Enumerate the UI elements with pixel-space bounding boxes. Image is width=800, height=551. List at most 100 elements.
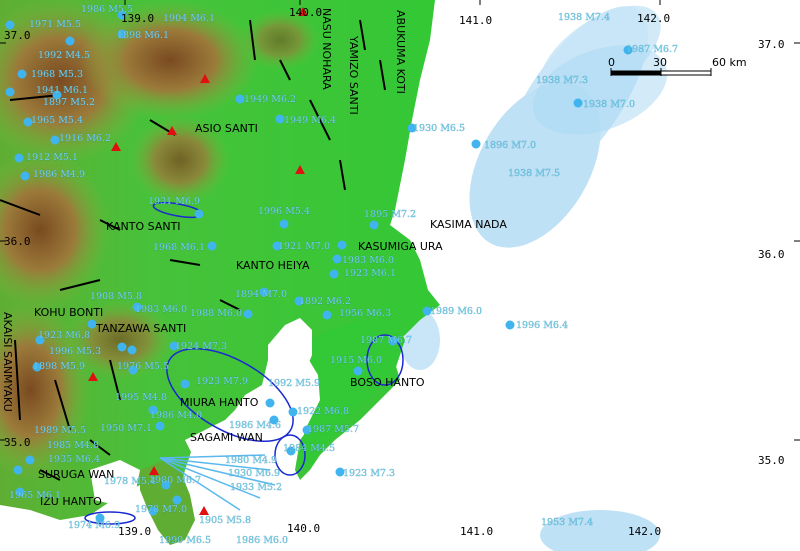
map-canvas: 0 30 60 km 139.0 140.0 141.0 142.0 139.0… — [0, 0, 800, 551]
earthquake-label: 1912 M5.1 — [26, 152, 78, 163]
earthquake-label: 1986 M4.0 — [150, 410, 202, 421]
earthquake-label: 1985 M4.8 — [47, 440, 99, 451]
earthquake-label: 1904 M6.1 — [163, 13, 215, 24]
earthquake-label: 1898 M6.1 — [117, 30, 169, 41]
earthquake-label: 1895 M7.2 — [364, 209, 416, 220]
earthquake-label: 1938 M7.5 — [508, 168, 560, 179]
epicenter-dot — [329, 269, 339, 279]
label-asio-santi: ASIO SANTI — [195, 122, 258, 135]
earthquake-label: 1996 M5.4 — [258, 206, 310, 217]
label-tanzawa-santi: TANZAWA SANTI — [95, 322, 186, 335]
earthquake-label: 1950 M7.1 — [100, 423, 152, 434]
earthquake-label: 1980 M4.9 — [225, 455, 277, 466]
epicenter-dot — [5, 87, 15, 97]
earthquake-label: 1938 M7.3 — [536, 75, 588, 86]
lon-top-141: 141.0 — [459, 14, 492, 27]
earthquake-label: 1968 M6.1 — [153, 242, 205, 253]
earthquake-label: 1898 M5.9 — [33, 361, 85, 372]
label-yamizo-santi: YAMIZO SANTI — [347, 35, 360, 115]
label-suruga-wan: SURUGA WAN — [38, 468, 114, 481]
earthquake-label: 1988 M6.0 — [190, 308, 242, 319]
lat-left-37: 37.0 — [4, 29, 31, 42]
epicenter-dot — [25, 455, 35, 465]
earthquake-label: 1989 M6.0 — [430, 306, 482, 317]
earthquake-label: 1968 M5.3 — [31, 69, 83, 80]
epicenter-dot — [243, 309, 253, 319]
earthquake-label: 1922 M6.8 — [297, 406, 349, 417]
epicenter-dot — [17, 69, 27, 79]
earthquake-label: 1983 M6.0 — [135, 304, 187, 315]
earthquake-label: 1924 M7.3 — [175, 341, 227, 352]
scale-label-60: 60 km — [712, 56, 747, 69]
epicenter-dot — [155, 421, 165, 431]
earthquake-label: 1930 M6.5 — [413, 123, 465, 134]
earthquake-label: 1931 M6.9 — [148, 196, 200, 207]
epicenter-dot — [573, 98, 583, 108]
epicenter-dot — [265, 398, 275, 408]
earthquake-label: 1984 M4.5 — [283, 443, 335, 454]
epicenter-dot — [337, 240, 347, 250]
earthquake-label: 1953 M7.4 — [541, 517, 593, 528]
earthquake-label: 1894 M7.0 — [235, 289, 287, 300]
label-kasima-nada: KASIMA NADA — [430, 218, 507, 231]
earthquake-label: 1990 M6.5 — [159, 535, 211, 546]
label-kanto-santi: KANTO SANTI — [106, 220, 181, 233]
earthquake-label: 1992 M5.9 — [268, 378, 320, 389]
label-abukuma-koti: ABUKUMA KOTI — [394, 10, 407, 94]
epicenter-dot — [14, 153, 24, 163]
earthquake-label: 1923 M6.1 — [344, 268, 396, 279]
earthquake-label: 1949 M6.2 — [244, 94, 296, 105]
lon-bottom-142: 142.0 — [628, 525, 661, 538]
epicenter-dot — [127, 345, 137, 355]
earthquake-label: 1980 M6.7 — [149, 475, 201, 486]
epicenter-dot — [353, 366, 363, 376]
earthquake-label: 1956 M6.3 — [339, 308, 391, 319]
epicenter-dot — [20, 171, 30, 181]
earthquake-label: 1938 M7.0 — [583, 99, 635, 110]
earthquake-label: 1986 M4.9 — [33, 169, 85, 180]
seismicity-map: 0 30 60 km 139.0 140.0 141.0 142.0 139.0… — [0, 0, 800, 551]
lon-bottom-140: 140.0 — [287, 522, 320, 535]
lat-right-36: 36.0 — [758, 248, 785, 261]
earthquake-label: 1965 M6.1 — [9, 490, 61, 501]
earthquake-label: 1892 M6.2 — [299, 296, 351, 307]
earthquake-label: 1978 M7.0 — [135, 504, 187, 515]
lon-bottom-141: 141.0 — [460, 525, 493, 538]
label-kohu-bonti: KOHU BONTI — [34, 306, 103, 319]
earthquake-label: 1995 M4.8 — [115, 392, 167, 403]
epicenter-dot — [117, 342, 127, 352]
label-sagami-wan: SAGAMI WAN — [190, 431, 263, 444]
label-miura-hanto: MIURA HANTO — [180, 396, 259, 409]
earthquake-label: 1989 M5.5 — [34, 425, 86, 436]
earthquake-label: 1930 M6.9 — [228, 468, 280, 479]
epicenter-dot — [194, 209, 204, 219]
earthquake-label: 1965 M5.4 — [31, 115, 83, 126]
lat-right-37: 37.0 — [758, 38, 785, 51]
earthquake-label: 1916 M6.2 — [59, 133, 111, 144]
epicenter-dot — [322, 310, 332, 320]
earthquake-label: 1987 M5.7 — [307, 424, 359, 435]
earthquake-label: 1949 M6.4 — [284, 115, 336, 126]
earthquake-label: 1971 M5.5 — [29, 19, 81, 30]
earthquake-label: 1933 M5.2 — [230, 482, 282, 493]
earthquake-label: 1983 M6.0 — [342, 255, 394, 266]
earthquake-label: 1941 M6.1 — [36, 85, 88, 96]
label-boso-hanto: BOSO HANTO — [350, 376, 425, 389]
earthquake-label: 1923 M6.8 — [38, 330, 90, 341]
earthquake-label: 1986 M5.5 — [81, 4, 133, 15]
epicenter-dot — [369, 220, 379, 230]
earthquake-label: 1935 M6.4 — [48, 454, 100, 465]
lat-right-35: 35.0 — [758, 454, 785, 467]
label-akaisi-sanmyaku: AKAISI SANMYAKU — [1, 312, 14, 412]
earthquake-label: 1908 M5.8 — [90, 291, 142, 302]
epicenter-dot — [13, 465, 23, 475]
lon-top-140: 140.0 — [289, 6, 322, 19]
earthquake-label: 1905 M5.8 — [199, 515, 251, 526]
lat-left-35: 35.0 — [4, 436, 31, 449]
epicenter-dot — [332, 254, 342, 264]
earthquake-label: 1923 M7.3 — [343, 468, 395, 479]
label-nasu-nohara: NASU NOHARA — [320, 8, 333, 90]
lat-left-36: 36.0 — [4, 235, 31, 248]
earthquake-label: 1996 M6.4 — [516, 320, 568, 331]
earthquake-label: 1974 M6.9 — [68, 520, 120, 531]
